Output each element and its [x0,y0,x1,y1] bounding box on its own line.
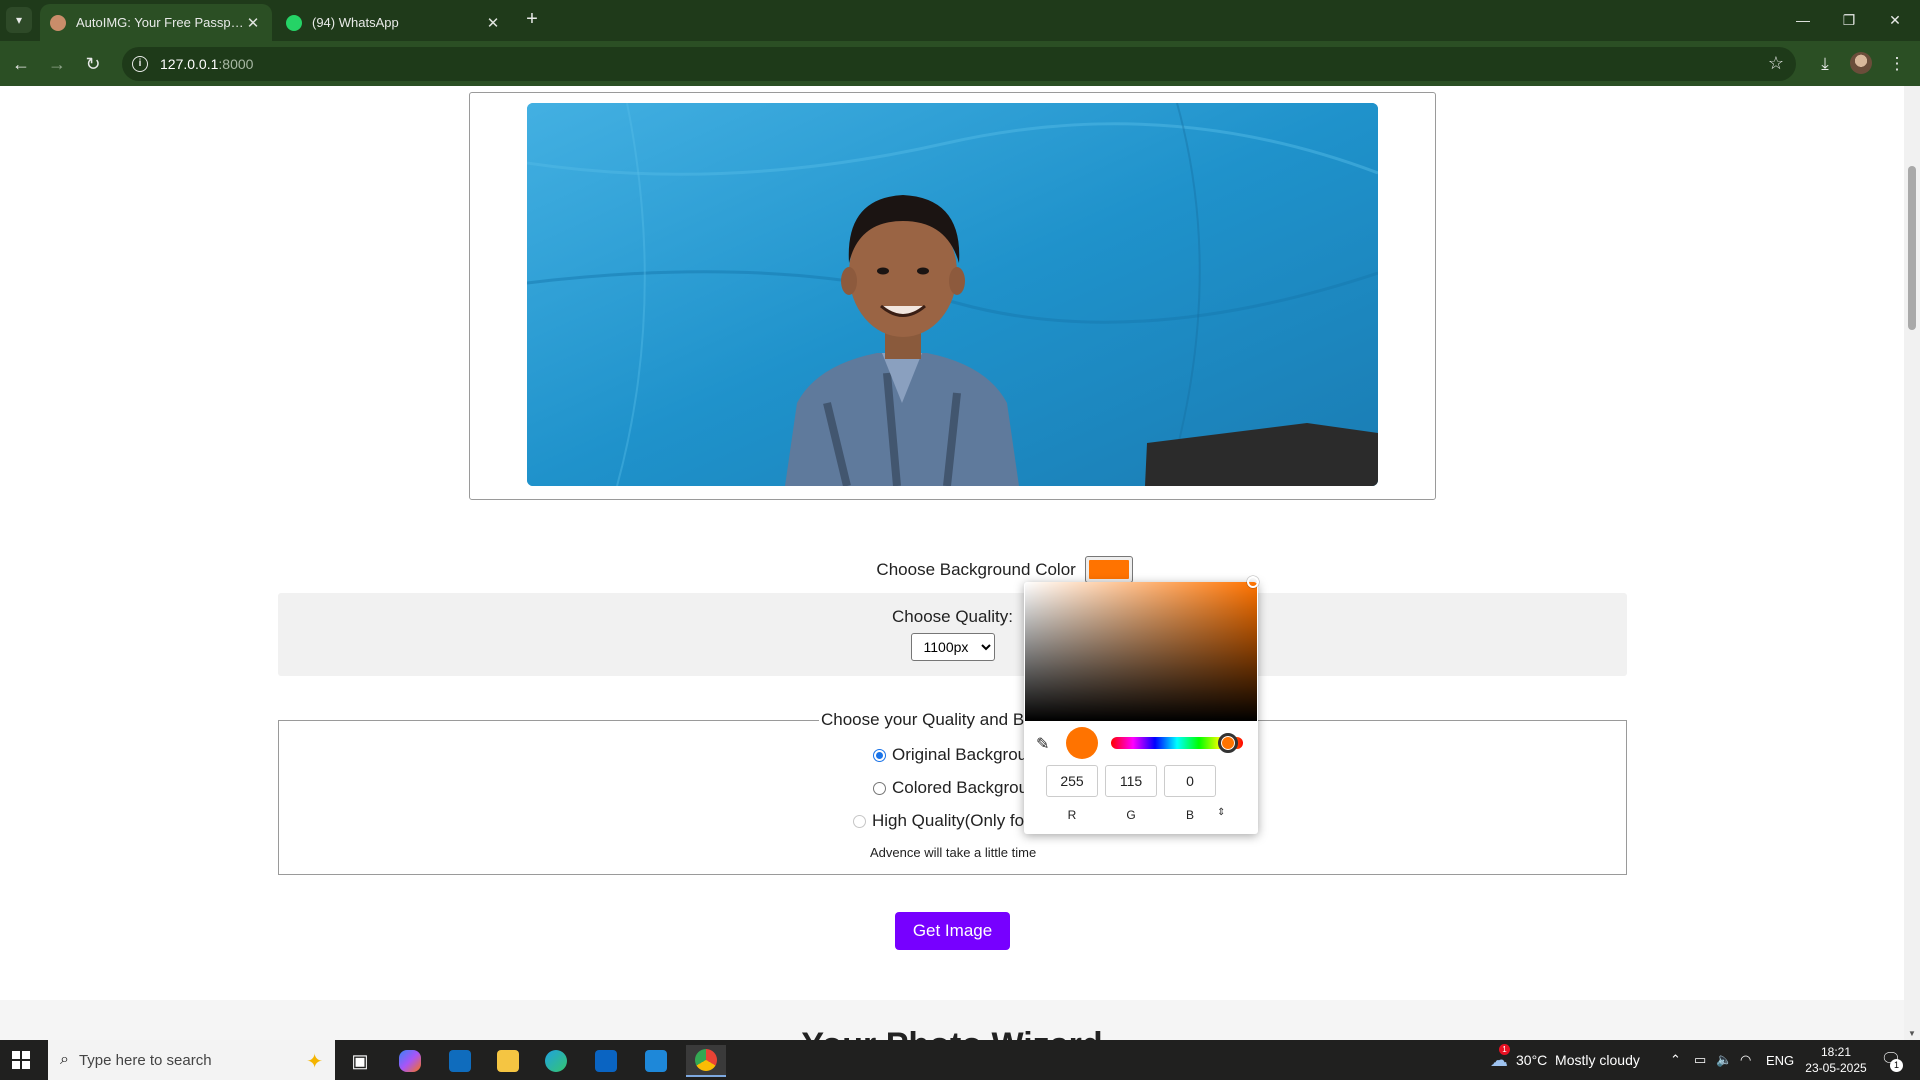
green-label: G [1126,808,1136,822]
green-input[interactable]: 115 [1105,765,1157,797]
background-color-label: Choose Background Color [876,559,1076,579]
vscode-icon[interactable] [636,1045,676,1077]
color-picker-popup: ✎ 255 115 0 R G B ⇕ [1024,576,1259,834]
mode-legend: Choose your Quality and Bac [819,710,1045,730]
option-label: Original Backgroun [892,745,1037,764]
background-color-input[interactable] [1084,556,1133,583]
address-bar[interactable]: i 127.0.0.1:8000 ☆ [122,47,1796,81]
weather-text: 30°C Mostly cloudy [1516,1052,1640,1068]
menu-kebab-icon[interactable]: ⋮ [1884,51,1910,77]
saturation-value-area[interactable] [1025,576,1259,721]
site-info-icon[interactable]: i [132,56,148,72]
file-explorer-icon[interactable] [488,1045,528,1077]
url-port: :8000 [218,56,254,72]
new-tab-plus-icon[interactable]: + [520,8,544,32]
radio-high-quality[interactable] [853,814,866,828]
close-icon[interactable]: ✕ [244,14,262,32]
tab-search-chevron-icon[interactable]: ▾ [6,7,32,33]
cloud-weather-icon: ☁ 1 [1490,1043,1510,1070]
minimize-icon[interactable]: — [1788,8,1818,32]
url-host: 127.0.0.1 [160,56,219,72]
page-content: Choose Background Color Choose Quality: … [0,86,1904,1040]
section-heading: Your Photo Wizard [0,1026,1904,1040]
system-clock[interactable]: 18:21 23-05-2025 [1800,1044,1872,1076]
photo-illustration [527,103,1378,486]
hue-slider-handle[interactable] [1218,733,1238,753]
search-placeholder: Type here to search [78,1051,212,1069]
radio-colored[interactable] [873,781,886,795]
weather-badge: 1 [1499,1043,1510,1055]
wifi-icon[interactable]: ◠ [1740,1040,1751,1080]
copilot-sparkle-icon[interactable]: ✦ [306,1049,323,1074]
quality-select[interactable]: 1100px [910,633,995,661]
taskbar: ⌕ Type here to search ✦ ▣ ☁ 1 30°C Mostly… [0,1040,1920,1080]
forward-arrow-icon[interactable]: → [44,51,70,77]
eyedropper-icon[interactable]: ✎ [1036,734,1049,754]
radio-original[interactable] [873,748,886,762]
red-input[interactable]: 255 [1046,765,1098,797]
quality-label: Choose Quality: [892,607,1013,626]
browser-toolbar: ← → ↻ i 127.0.0.1:8000 ☆ ⤓ ⋮ [0,41,1920,86]
hidden-icons-chevron-icon[interactable]: ⌃ [1670,1040,1681,1080]
processing-note: Advence will take a little time [870,845,1037,860]
blue-label: B [1185,808,1194,822]
blue-input[interactable]: 0 [1164,765,1216,797]
clock-time: 18:21 [1820,1045,1852,1059]
notification-count: 1 [1890,1059,1903,1072]
window-close-icon[interactable]: ✕ [1880,8,1910,32]
scroll-down-arrow-icon[interactable]: ▼ [1908,1029,1916,1038]
scrollbar-thumb[interactable] [1908,166,1916,330]
browser-tab-bar: ▾ AutoIMG: Your Free Passport to ✕ (94) … [0,0,1920,41]
tab-whatsapp[interactable]: (94) WhatsApp ✕ [276,4,512,41]
back-arrow-icon[interactable]: ← [8,51,34,77]
weather-widget[interactable]: ☁ 1 30°C Mostly cloudy [1490,1040,1640,1080]
reload-icon[interactable]: ↻ [80,51,106,77]
tab-title: AutoIMG: Your Free Passport to [76,15,244,30]
option-high-quality[interactable]: High Quality(Only for [853,811,1030,831]
restore-icon[interactable]: ❐ [1834,8,1864,32]
store-icon[interactable] [440,1045,480,1077]
uploaded-photo [527,103,1378,486]
quality-section: Choose Quality: 1100px [278,593,1627,676]
copilot-icon[interactable] [390,1045,430,1077]
mode-fieldset: Choose your Quality and Bac Original Bac… [278,710,1627,875]
option-colored-background[interactable]: Colored Backgroun [873,778,1038,798]
outlook-icon[interactable] [586,1045,626,1077]
red-label: R [1067,808,1077,822]
chrome-icon[interactable] [686,1045,726,1077]
edge-icon[interactable] [536,1045,576,1077]
windows-start-icon[interactable] [12,1051,30,1069]
bookmark-star-icon[interactable]: ☆ [1768,53,1784,74]
format-toggle-icon[interactable]: ⇕ [1217,807,1225,818]
task-view-icon[interactable]: ▣ [340,1045,380,1077]
option-original-background[interactable]: Original Backgroun [873,745,1037,765]
language-indicator[interactable]: ENG [1766,1040,1794,1080]
autoimg-favicon-icon [50,14,66,31]
background-color-row: Choose Background Color [0,556,1904,583]
image-preview-frame [469,92,1436,500]
saturation-handle[interactable] [1247,576,1259,588]
tab-title: (94) WhatsApp [312,15,399,30]
clock-date: 23-05-2025 [1805,1061,1867,1075]
color-preview [1066,727,1098,759]
lower-section: Your Photo Wizard [0,1000,1904,1040]
option-label: Colored Backgroun [892,778,1038,797]
tab-autoimg[interactable]: AutoIMG: Your Free Passport to ✕ [40,4,272,41]
page-scrollbar[interactable]: ▼ [1904,86,1920,1040]
whatsapp-favicon-icon [286,14,302,31]
profile-avatar[interactable] [1850,52,1872,74]
meet-now-icon[interactable]: ▭ [1694,1040,1706,1080]
option-label: High Quality(Only for [872,811,1030,830]
download-icon[interactable]: ⤓ [1812,51,1838,77]
get-image-button[interactable]: Get Image [895,912,1010,950]
taskbar-search[interactable]: ⌕ Type here to search ✦ [48,1040,335,1080]
volume-icon[interactable]: 🔈 [1716,1040,1732,1080]
search-icon: ⌕ [60,1051,69,1068]
notification-icon[interactable]: 🗨 1 [1880,1049,1903,1072]
close-icon[interactable]: ✕ [484,14,502,32]
